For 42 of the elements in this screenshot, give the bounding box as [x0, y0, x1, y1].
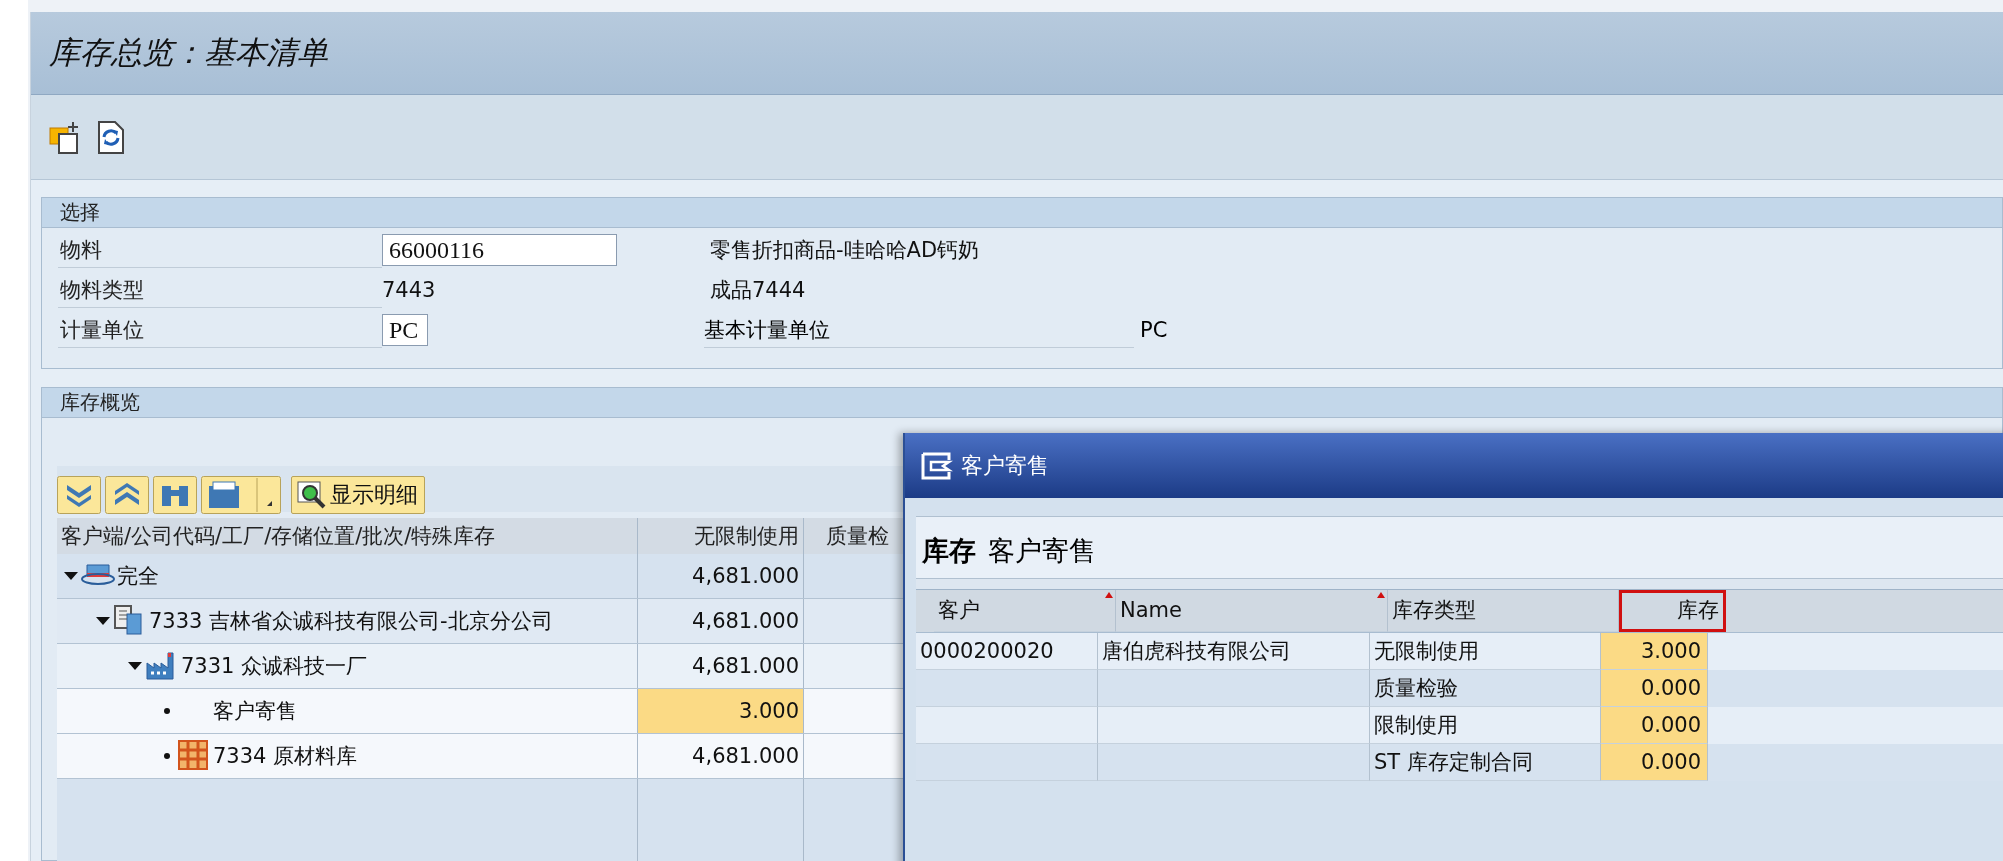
column-header[interactable]: 客户 — [934, 590, 1116, 632]
table-cell: 0.000 — [1601, 744, 1708, 781]
storage-icon — [177, 739, 211, 773]
field-label: 基本计量单位 — [704, 312, 1134, 348]
expand-all-icon[interactable] — [57, 476, 101, 514]
column-header[interactable]: Name — [1116, 590, 1388, 632]
table-cell: 0.000 — [1601, 707, 1708, 744]
column-header[interactable]: 库存类型 — [1388, 590, 1619, 632]
table-cell: 3.000 — [638, 689, 804, 733]
field-value: PC — [1140, 318, 1168, 342]
magnifier-icon — [296, 479, 328, 511]
field-label: 计量单位 — [58, 312, 382, 348]
tree-node-label[interactable]: 7333 吉林省众诚科技有限公司-北京分公司 — [149, 607, 553, 635]
table-cell: 4,681.000 — [638, 599, 804, 643]
field-description: 零售折扣商品-哇哈哈AD钙奶 — [710, 237, 980, 264]
table-cell: 0.000 — [1601, 670, 1708, 707]
show-details-button[interactable]: 显示明细 — [291, 476, 425, 514]
field-value: 7443 — [382, 278, 436, 302]
header-value: 客户寄售 — [988, 534, 1096, 568]
header-label: 库存 — [922, 534, 976, 568]
field-description: 成品7444 — [710, 277, 806, 304]
table-cell: 3.000 — [1601, 633, 1708, 670]
table-cell: 4,681.000 — [638, 644, 804, 688]
printer-icon[interactable] — [201, 476, 281, 514]
table-cell: 4,681.000 — [638, 734, 804, 778]
input-field[interactable]: 66000116 — [382, 234, 617, 266]
tree-node-label[interactable]: 完全 — [117, 562, 159, 590]
dialog-title: 客户寄售 — [961, 451, 1049, 480]
column-header[interactable]: 库存 — [1619, 590, 1726, 632]
window-title: 库存总览：基本清单 — [49, 33, 328, 72]
tree-node-label[interactable]: 7331 众诚科技一厂 — [181, 652, 368, 680]
input-field[interactable]: PC — [382, 314, 428, 346]
panel-title: 库存概览 — [42, 388, 2002, 418]
panel-title: 选择 — [42, 198, 2002, 228]
field-label: 物料类型 — [58, 272, 382, 308]
field-label: 物料 — [58, 232, 382, 268]
splitter-handle[interactable] — [916, 578, 2003, 589]
dialog-icon — [921, 451, 953, 480]
collapse-all-icon[interactable] — [105, 476, 149, 514]
table-cell: 4,681.000 — [638, 554, 804, 598]
tree-node-label[interactable]: 客户寄售 — [213, 697, 297, 725]
tree-node-label[interactable]: 7334 原材料库 — [213, 742, 358, 770]
